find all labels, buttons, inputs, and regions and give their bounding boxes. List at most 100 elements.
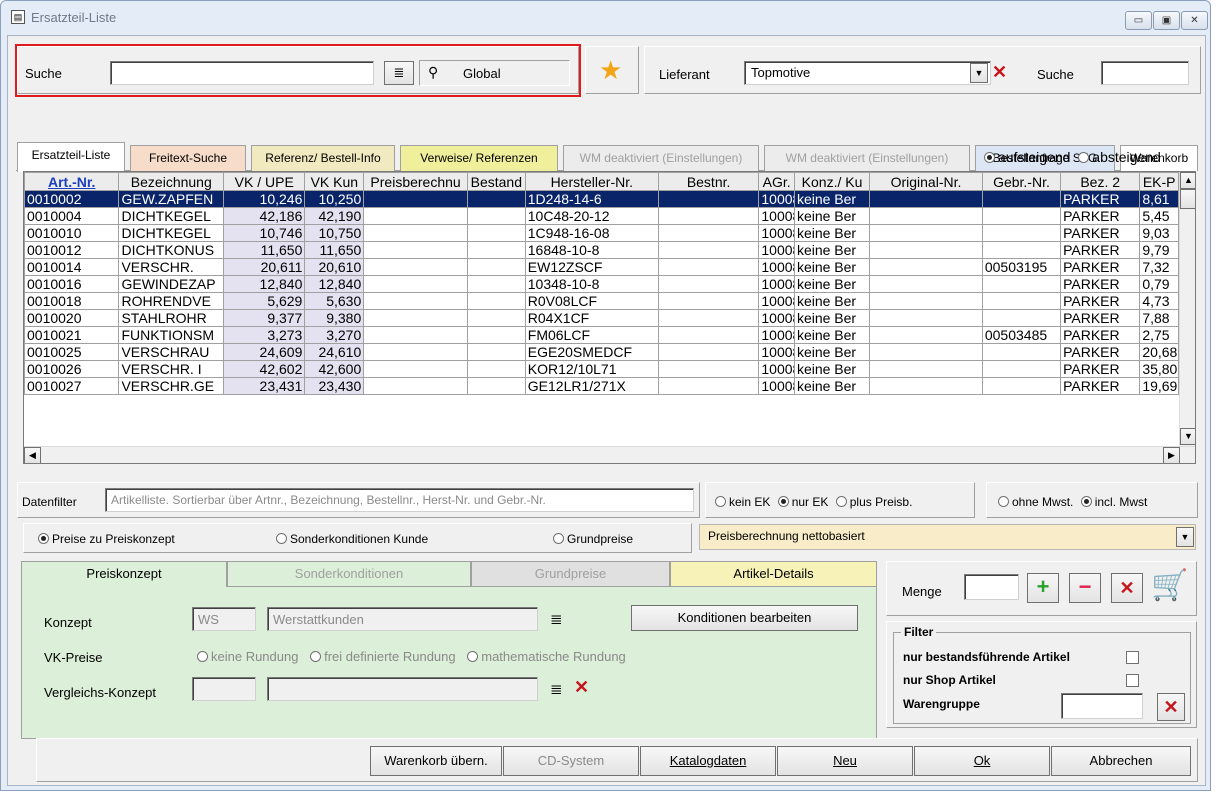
ek-none-radio[interactable]: kein EK [715, 495, 770, 509]
filter-shop-checkbox[interactable] [1126, 674, 1139, 687]
scroll-down-icon[interactable]: ▼ [1180, 428, 1195, 445]
tab-verweise[interactable]: Verweise/ Referenzen [400, 145, 558, 171]
column-header[interactable]: Bezeichnung [118, 172, 225, 191]
scroll-right-icon[interactable]: ▶ [1163, 447, 1180, 463]
table-row[interactable]: 0010021FUNKTIONSM3,2733,270 FM06LCF 10008k… [24, 326, 1179, 344]
scope-box[interactable]: ⚲ Global [419, 60, 570, 86]
subtab-preiskonzept[interactable]: Preiskonzept [21, 561, 227, 587]
scroll-up-icon[interactable]: ▲ [1180, 172, 1195, 189]
search-input[interactable] [110, 61, 374, 85]
tab-wm-2[interactable]: WM deaktiviert (Einstellungen) [764, 145, 970, 171]
table-row[interactable]: 0010012 DICHTKONUS 11,650 11,650 16848-10-8 1… [24, 241, 1179, 259]
column-header[interactable]: VK / UPE [223, 172, 306, 191]
cart-icon[interactable]: 🛒 [1151, 568, 1188, 603]
rounding-none-radio[interactable]: keine Rundung [197, 649, 298, 664]
quantity-input[interactable] [964, 574, 1019, 600]
mwst-incl-radio[interactable]: incl. Mwst [1080, 495, 1147, 509]
list-icon[interactable]: ≣ [384, 61, 414, 85]
clear-compare-icon[interactable]: ✕ [574, 677, 589, 698]
vertical-scrollbar[interactable]: ▲ ▼ [1179, 172, 1195, 446]
column-header[interactable]: Konz./ Ku [793, 172, 871, 191]
konzept-code[interactable]: WS [192, 607, 256, 631]
tab-wm-1[interactable]: WM deaktiviert (Einstellungen) [563, 145, 759, 171]
konzept-name[interactable]: Werstattkunden [267, 607, 538, 631]
konzept-label: Konzept [44, 615, 92, 630]
filter-stock-checkbox[interactable] [1126, 651, 1139, 664]
ek-plus-radio[interactable]: plus Preisb. [835, 495, 912, 509]
pricing-opt3-radio[interactable]: Grundpreise [553, 532, 633, 546]
table-row[interactable]: 0010020STAHLROHR9,3779,380 R04X1CF 10008ke… [24, 309, 1179, 327]
tab-referenz[interactable]: Referenz/ Bestell-Info [251, 145, 395, 171]
neu-button[interactable]: Neu [777, 746, 913, 776]
list-icon[interactable]: ≣ [550, 680, 563, 698]
column-header[interactable]: Bestand [466, 172, 526, 191]
chevron-down-icon[interactable]: ▼ [970, 63, 988, 83]
pricing-opt1-radio[interactable]: Preise zu Preiskonzept [38, 532, 175, 546]
tab-ersatzteil-liste[interactable]: Ersatzteil-Liste [17, 142, 125, 172]
table-row[interactable]: 0010002 GEW.ZAPFEN 10,246 10,250 1D248-14-6 1… [24, 190, 1179, 208]
table-row[interactable]: 0010014VERSCHR.20,61120,610 EW12ZSCF 10008… [24, 258, 1179, 276]
rounding-math-radio[interactable]: mathematische Rundung [467, 649, 626, 664]
table-cell: DICHTKONUS [118, 241, 225, 259]
remove-icon[interactable]: ✕ [1111, 573, 1143, 603]
datenfilter-input[interactable]: Artikelliste. Sortierbar über Artnr., Be… [105, 488, 694, 512]
scroll-thumb[interactable] [1180, 189, 1195, 209]
warenkorb-uebernehmen-button[interactable]: Warenkorb übern. [370, 746, 502, 776]
table-row[interactable]: 0010018ROHRENDVE5,6295,630 R0V08LCF 10008k… [24, 292, 1179, 310]
minimize-button[interactable]: ▭ [1125, 11, 1152, 30]
table-row[interactable]: 0010004 DICHTKEGEL 42,186 42,190 10C48-20-12… [24, 207, 1179, 225]
column-header[interactable]: Preisberechnu [363, 172, 468, 191]
horizontal-scrollbar[interactable]: ◀ ▶ [24, 446, 1195, 463]
minus-icon[interactable]: − [1069, 573, 1101, 603]
column-header[interactable]: Bestnr. [657, 172, 760, 191]
subtab-grundpreise[interactable]: Grundpreise [471, 561, 670, 587]
cd-system-button[interactable]: CD-System [503, 746, 639, 776]
table-row[interactable]: 0010026 VERSCHR. I 42,602 42,600 KOR12/10L71… [24, 360, 1179, 378]
warengruppe-input[interactable] [1061, 693, 1143, 719]
chevron-down-icon[interactable]: ▼ [1176, 527, 1194, 547]
cmp-name-input[interactable] [267, 677, 538, 701]
mwst-without-radio[interactable]: ohne Mwst. [998, 495, 1073, 509]
sort-asc-radio[interactable]: aufsteigend [984, 149, 1070, 165]
column-header[interactable]: Gebr.-Nr. [981, 172, 1062, 191]
table-cell [363, 258, 468, 276]
table-cell [657, 224, 760, 242]
column-header[interactable]: Hersteller-Nr. [524, 172, 659, 191]
list-icon[interactable]: ≣ [550, 610, 563, 628]
ek-only-radio[interactable]: nur EK [777, 495, 828, 509]
favorites-button[interactable]: ★ [585, 46, 639, 94]
table-cell: 12,840 [304, 275, 365, 293]
rounding-free-radio[interactable]: frei definierte Rundung [310, 649, 456, 664]
pricing-opt2-radio[interactable]: Sonderkonditionen Kunde [276, 532, 428, 546]
column-header[interactable]: VK Kun [304, 172, 365, 191]
tab-freitext-suche[interactable]: Freitext-Suche [130, 145, 246, 171]
maximize-button[interactable]: ▣ [1153, 11, 1180, 30]
column-header[interactable]: EK-P [1139, 172, 1179, 191]
column-header[interactable]: Bez. 2 [1060, 172, 1141, 191]
table-row[interactable]: 0010016 GEWINDEZAP 12,840 12,840 10348-10-8 1… [24, 275, 1179, 293]
table-row[interactable]: 0010027 VERSCHR.GE 23,431 23,430 GE12LR1/271… [24, 377, 1179, 395]
sort-desc-radio[interactable]: absteigend [1078, 149, 1161, 165]
supplier-select[interactable]: Topmotive [744, 61, 991, 85]
subtab-artikel-details[interactable]: Artikel-Details [670, 561, 877, 587]
table-cell: 3,270 [304, 326, 365, 344]
abbrechen-button[interactable]: Abbrechen [1051, 746, 1191, 776]
search2-input[interactable] [1101, 61, 1189, 85]
konditionen-bearbeiten-button[interactable]: Konditionen bearbeiten [631, 605, 858, 631]
plus-icon[interactable]: + [1027, 573, 1059, 603]
clear-supplier-icon[interactable]: ✕ [992, 62, 1007, 83]
cmp-code-input[interactable] [192, 677, 256, 701]
close-button[interactable]: ✕ [1181, 11, 1208, 30]
column-header[interactable]: Original-Nr. [869, 172, 983, 191]
subtab-sonderkonditionen[interactable]: Sonderkonditionen [227, 561, 471, 587]
clear-warengruppe-icon[interactable]: ✕ [1157, 693, 1185, 721]
scroll-left-icon[interactable]: ◀ [24, 447, 41, 463]
column-header[interactable]: Art.-Nr. [24, 172, 120, 191]
table-row[interactable]: 0010010 DICHTKEGEL 10,746 10,750 1C948-16-08… [24, 224, 1179, 242]
table-row[interactable]: 0010025 VERSCHRAU 24,609 24,610 EGE20SMEDCF 1… [24, 343, 1179, 361]
price-calc-select[interactable]: Preisberechnung nettobasiert [699, 524, 1196, 550]
ok-button[interactable]: Ok [914, 746, 1050, 776]
table-cell: ROHRENDVE [118, 292, 225, 310]
column-header[interactable]: AGr. [758, 172, 795, 191]
katalogdaten-button[interactable]: Katalogdaten [640, 746, 776, 776]
